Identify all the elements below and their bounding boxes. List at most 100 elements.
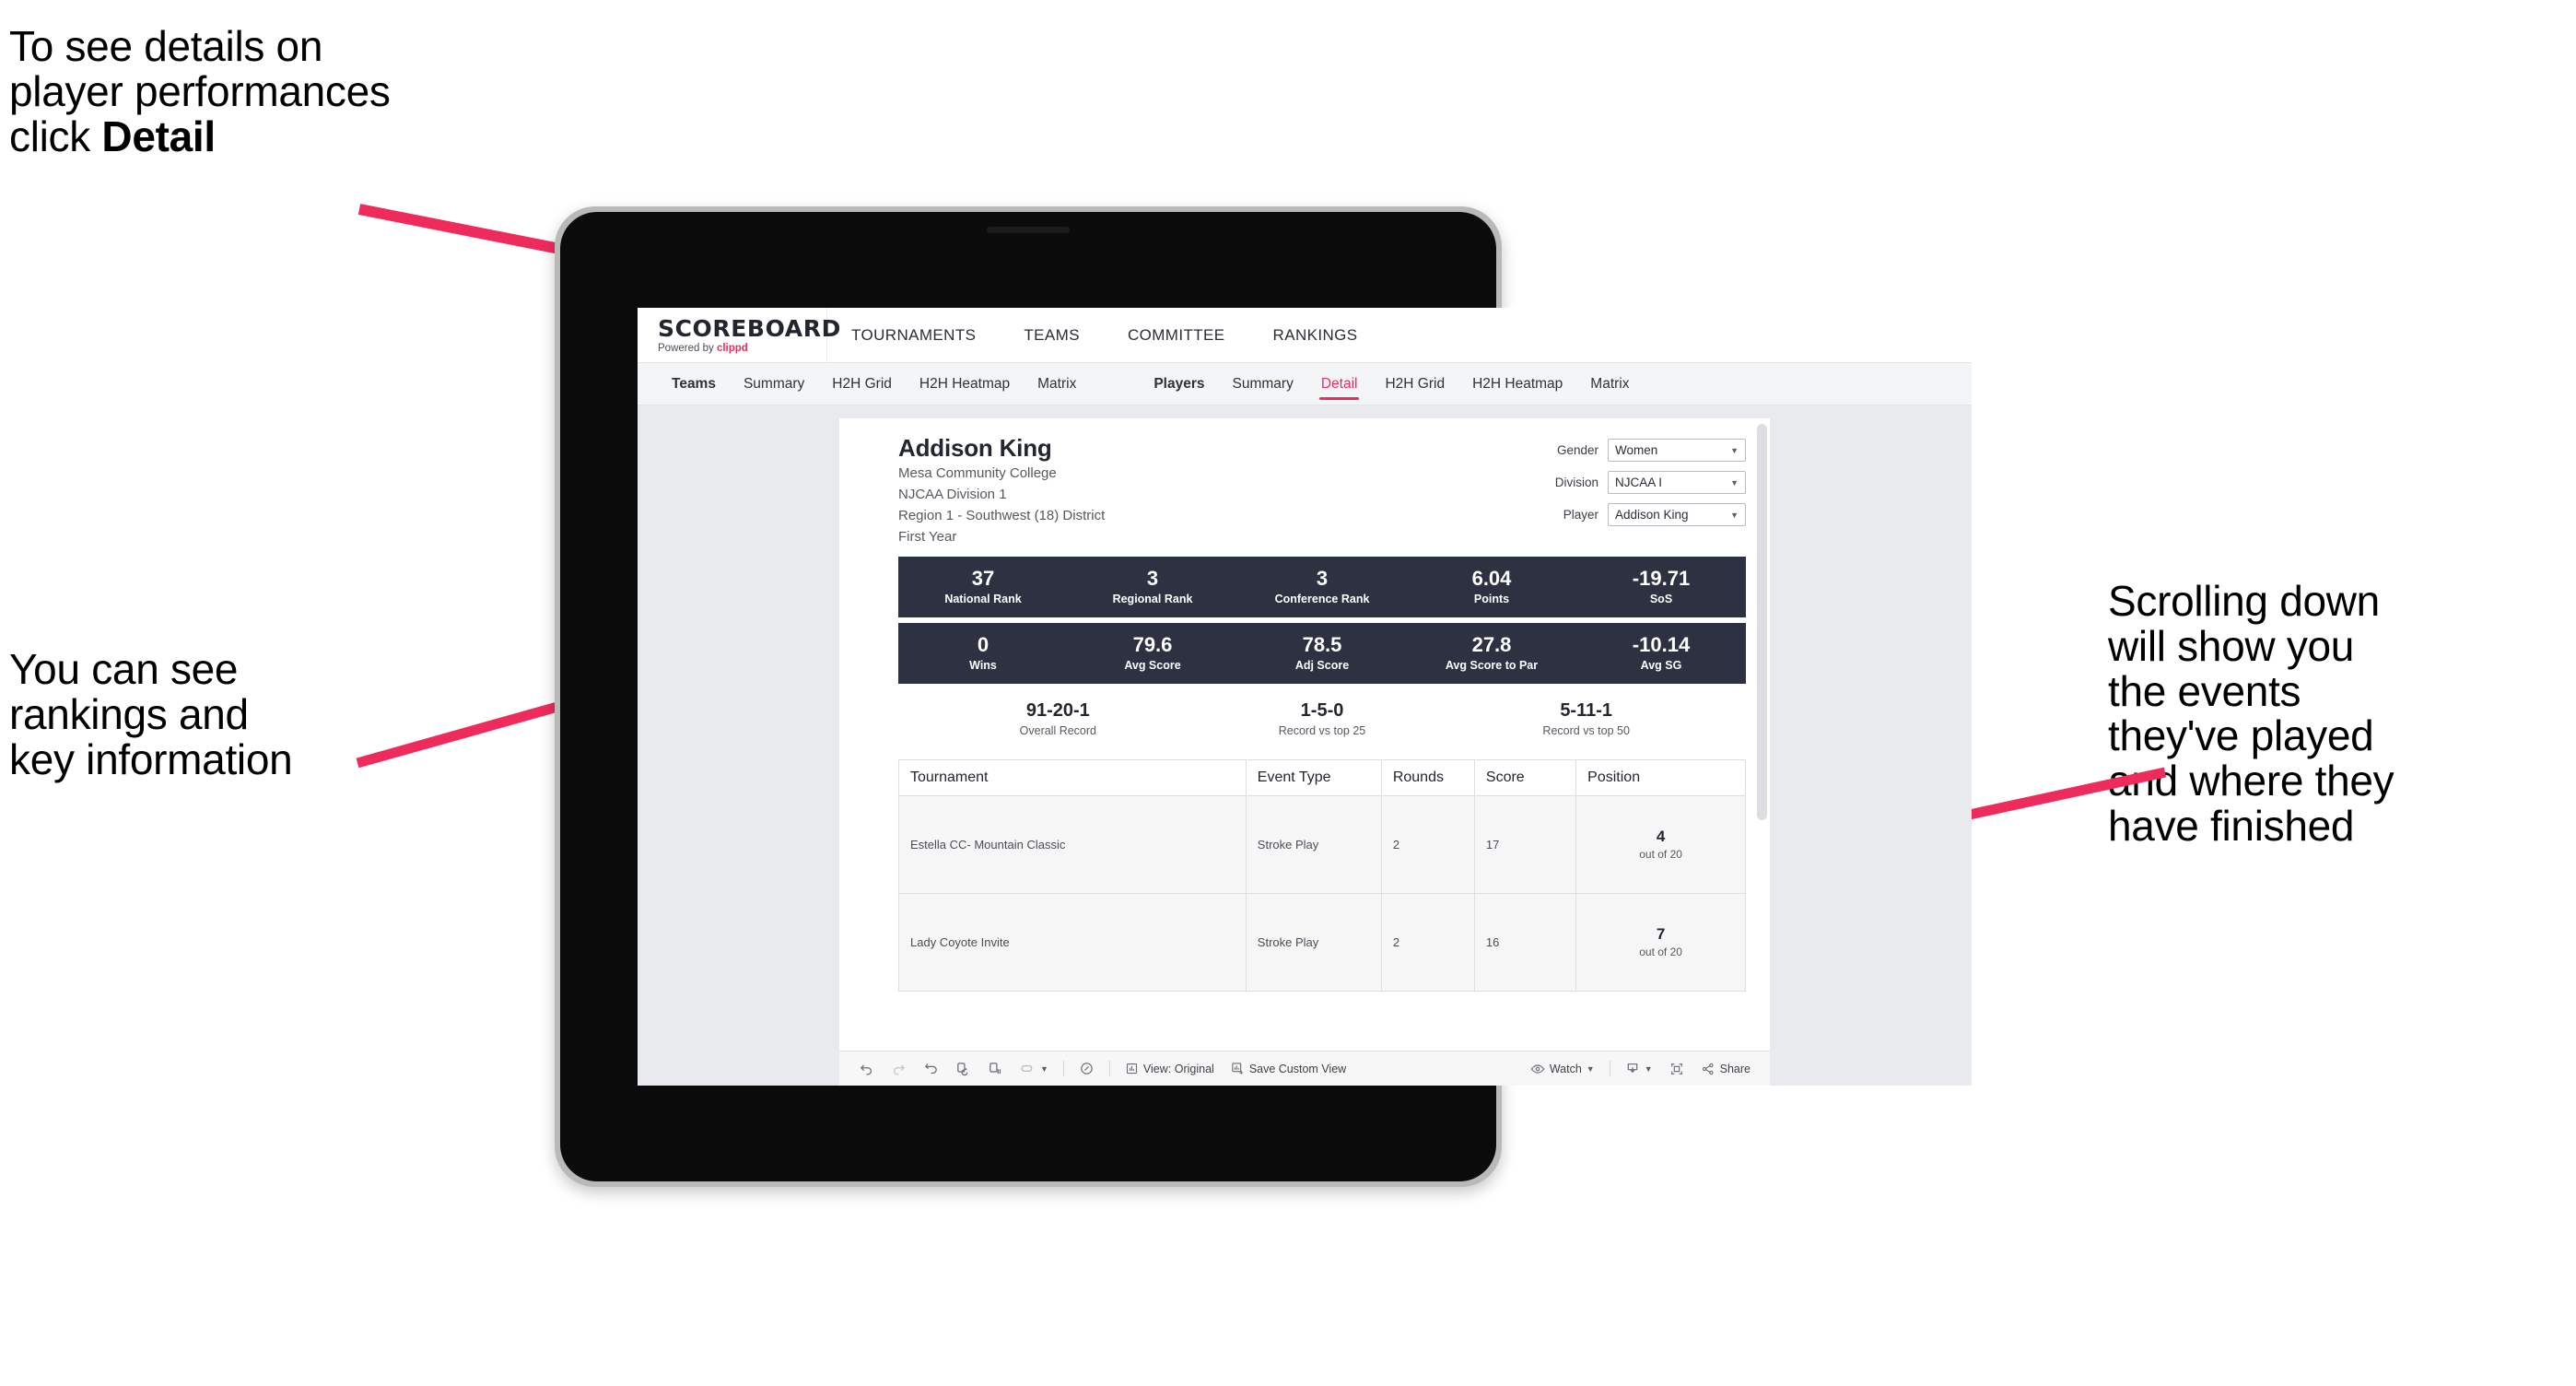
brand-logo[interactable]: SCOREBOARD Powered by clippd [638,308,840,362]
position-out-of: out of 20 [1639,848,1682,862]
viz-bottom-toolbar: ▼ View: Original Save Custom View Watch … [839,1051,1770,1086]
stat-value: 27.8 [1471,633,1512,657]
record-label: Overall Record [1019,723,1097,737]
eye-icon [1530,1063,1545,1074]
chevron-down-icon: ▼ [1730,510,1739,520]
tab-players-h2h-heatmap[interactable]: H2H Heatmap [1458,363,1576,405]
view-original-button[interactable]: View: Original [1117,1062,1223,1075]
col-score[interactable]: Score [1473,758,1577,796]
tab-teams-h2h-grid[interactable]: H2H Grid [818,363,906,405]
annotation-mid-left: You can see rankings and key information [9,645,293,783]
player-region: Region 1 - Southwest (18) District [898,508,1106,524]
col-position[interactable]: Position [1575,758,1746,796]
share-button[interactable]: Share [1692,1062,1759,1076]
tab-players-matrix[interactable]: Matrix [1576,363,1643,405]
clippd-wordmark: clippd [716,342,748,354]
revert-button[interactable] [915,1061,947,1076]
nav-committee[interactable]: COMMITTEE [1104,308,1249,362]
redo-button[interactable] [883,1061,915,1076]
pan-mode-button[interactable]: ▼ [1012,1061,1057,1076]
highlight-button[interactable] [1071,1061,1103,1076]
filter-gender: Gender Women ▼ [1532,439,1746,462]
refresh-button[interactable] [947,1061,979,1076]
watch-label: Watch [1549,1062,1582,1075]
view-icon [1126,1063,1137,1075]
table-row[interactable]: Lady Coyote Invite Stroke Play 2 16 7 ou… [898,892,1746,992]
stats-row-rankings: 37 National Rank 3 Regional Rank 3 Confe… [898,556,1746,617]
table-row[interactable]: Estella CC- Mountain Classic Stroke Play… [898,794,1746,894]
vertical-scrollbar[interactable] [1757,424,1767,820]
stat-label: Avg Score to Par [1445,659,1539,673]
filter-player-select[interactable]: Addison King ▼ [1608,503,1746,526]
cell-position: 7 out of 20 [1575,892,1746,992]
stat-avg-sg: -10.14 Avg SG [1576,634,1746,672]
stat-label: Avg SG [1640,659,1682,673]
highlight-icon [1081,1063,1093,1075]
stat-national-rank: 37 National Rank [898,568,1068,605]
save-custom-view-button[interactable]: Save Custom View [1223,1062,1354,1075]
fullscreen-button[interactable] [1661,1062,1692,1076]
events-table-head: Tournament Event Type Rounds Score Posit… [898,758,1746,796]
filter-gender-select[interactable]: Women ▼ [1608,439,1746,462]
download-button[interactable]: ▼ [1617,1062,1661,1076]
stat-value: 6.04 [1471,567,1512,591]
tab-teams[interactable]: Teams [658,363,730,405]
share-icon [1702,1063,1714,1075]
record-vs-top-25: 1-5-0 Record vs top 25 [1190,700,1455,737]
download-icon [1627,1063,1637,1073]
col-tournament[interactable]: Tournament [898,758,1247,796]
tab-players-detail[interactable]: Detail [1307,363,1372,405]
tab-players-summary[interactable]: Summary [1219,363,1307,405]
events-table: Tournament Event Type Rounds Score Posit… [898,758,1746,992]
col-rounds[interactable]: Rounds [1380,758,1475,796]
toolbar-divider [1062,1061,1064,1076]
watch-button[interactable]: Watch ▼ [1522,1062,1603,1076]
filter-player-label: Player [1563,508,1598,522]
nav-tournaments[interactable]: TOURNAMENTS [827,308,1000,362]
pause-auto-update-button[interactable] [979,1061,1012,1076]
record-value: 91-20-1 [1025,699,1090,721]
primary-nav: TOURNAMENTS TEAMS COMMITTEE RANKINGS [827,308,1382,362]
view-original-label: View: Original [1142,1062,1214,1075]
record-vs-top-50: 5-11-1 Record vs top 50 [1454,700,1718,737]
pause-icon [989,1063,1001,1075]
player-division: NJCAA Division 1 [898,486,1007,502]
cell-event-type: Stroke Play [1245,794,1382,894]
dashboard-workspace: Addison King Mesa Community College NJCA… [638,405,1972,1086]
fullscreen-icon [1670,1063,1682,1075]
powered-prefix: Powered by [658,342,717,354]
position-value: 4 [1656,828,1666,846]
tablet-screen: SCOREBOARD Powered by clippd TOURNAMENTS… [638,308,1972,1086]
table-header-row: Tournament Event Type Rounds Score Posit… [898,758,1746,796]
player-school: Mesa Community College [898,464,1057,481]
tab-teams-h2h-heatmap[interactable]: H2H Heatmap [906,363,1024,405]
tab-players[interactable]: Players [1140,363,1218,405]
player-identity: Addison King Mesa Community College NJCA… [898,435,1105,547]
annotation-right: Scrolling down will show you the events … [2108,577,2395,850]
filter-gender-label: Gender [1556,443,1598,457]
pan-icon [1021,1065,1033,1072]
stat-label: Adj Score [1294,659,1350,673]
filter-gender-value: Women [1615,443,1658,457]
stat-adj-score: 78.5 Adj Score [1237,634,1407,672]
tab-players-h2h-grid[interactable]: H2H Grid [1371,363,1458,405]
cell-score: 17 [1473,794,1577,894]
col-event-type[interactable]: Event Type [1245,758,1382,796]
filter-division-select[interactable]: NJCAA I ▼ [1608,471,1746,494]
player-year: First Year [898,529,957,546]
nav-teams[interactable]: TEAMS [1000,308,1104,362]
stat-label: Avg Score [1124,659,1181,673]
tablet-bezel: SCOREBOARD Powered by clippd TOURNAMENTS… [560,212,1972,1181]
stat-value: 3 [1146,567,1159,591]
record-value: 5-11-1 [1560,699,1613,721]
events-table-body: Estella CC- Mountain Classic Stroke Play… [898,794,1746,992]
nav-rankings[interactable]: RANKINGS [1249,308,1382,362]
app-header: SCOREBOARD Powered by clippd TOURNAMENTS… [638,308,1972,363]
tab-teams-matrix[interactable]: Matrix [1024,363,1090,405]
stat-label: National Rank [944,593,1022,606]
undo-button[interactable] [850,1061,883,1076]
stat-label: Regional Rank [1112,593,1193,606]
stat-conference-rank: 3 Conference Rank [1237,568,1407,605]
filter-division: Division NJCAA I ▼ [1532,471,1746,494]
tab-teams-summary[interactable]: Summary [730,363,818,405]
